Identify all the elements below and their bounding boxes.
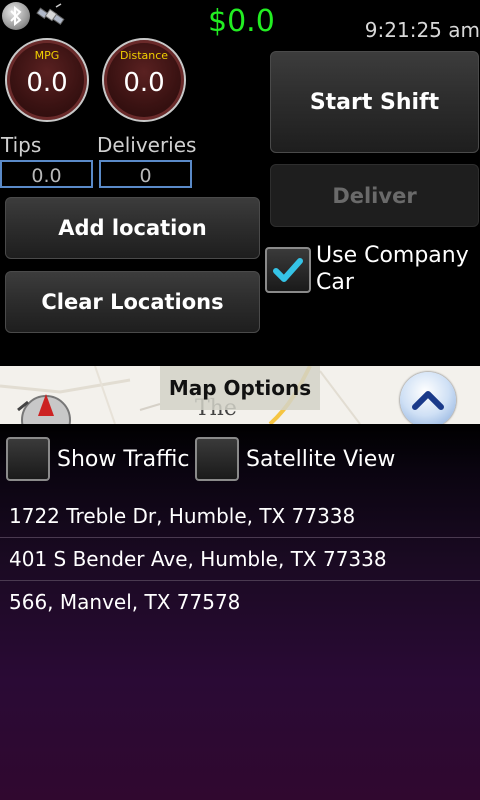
bluetooth-icon xyxy=(2,2,30,30)
distance-label: Distance xyxy=(119,49,169,62)
map-collapse-button[interactable] xyxy=(400,372,456,424)
tips-label: Tips xyxy=(1,133,42,157)
clock: 9:21:25 am xyxy=(364,18,480,42)
company-car-label: Use Company Car xyxy=(316,243,469,295)
deliveries-field[interactable]: 0 xyxy=(99,160,192,188)
checkmark-icon xyxy=(273,258,303,282)
show-traffic-label: Show Traffic xyxy=(57,447,190,472)
location-address: 401 S Bender Ave, Humble, TX 77338 xyxy=(9,547,387,571)
location-address: 1722 Treble Dr, Humble, TX 77338 xyxy=(9,504,356,528)
clear-locations-button[interactable]: Clear Locations xyxy=(5,271,260,333)
mpg-value: 0.0 xyxy=(26,68,68,98)
satellite-view-label: Satellite View xyxy=(246,447,396,472)
start-shift-button[interactable]: Start Shift xyxy=(270,51,479,153)
tips-field[interactable]: 0.0 xyxy=(0,160,93,188)
satellite-view-checkbox[interactable] xyxy=(195,437,239,481)
chevron-up-icon xyxy=(412,391,444,410)
satellite-icon xyxy=(36,2,66,30)
list-item[interactable]: 566, Manvel, TX 77578 xyxy=(0,582,480,624)
mpg-gauge: MPG 0.0 xyxy=(5,38,89,122)
compass-icon[interactable] xyxy=(10,376,80,424)
list-item[interactable]: 401 S Bender Ave, Humble, TX 77338 xyxy=(0,539,480,581)
distance-value: 0.0 xyxy=(123,68,165,98)
company-car-checkbox[interactable] xyxy=(265,247,311,293)
list-item[interactable]: 1722 Treble Dr, Humble, TX 77338 xyxy=(0,496,480,538)
show-traffic-checkbox[interactable] xyxy=(6,437,50,481)
earnings-total: $0.0 xyxy=(208,4,275,39)
map-options-tab[interactable]: Map Options xyxy=(160,366,320,410)
map-view[interactable]: The Map Options xyxy=(0,366,480,424)
mpg-label: MPG xyxy=(34,49,60,62)
deliver-button[interactable]: Deliver xyxy=(270,164,479,227)
add-location-button[interactable]: Add location xyxy=(5,197,260,259)
location-address: 566, Manvel, TX 77578 xyxy=(9,590,241,614)
deliveries-label: Deliveries xyxy=(97,133,197,157)
distance-gauge: Distance 0.0 xyxy=(102,38,186,122)
